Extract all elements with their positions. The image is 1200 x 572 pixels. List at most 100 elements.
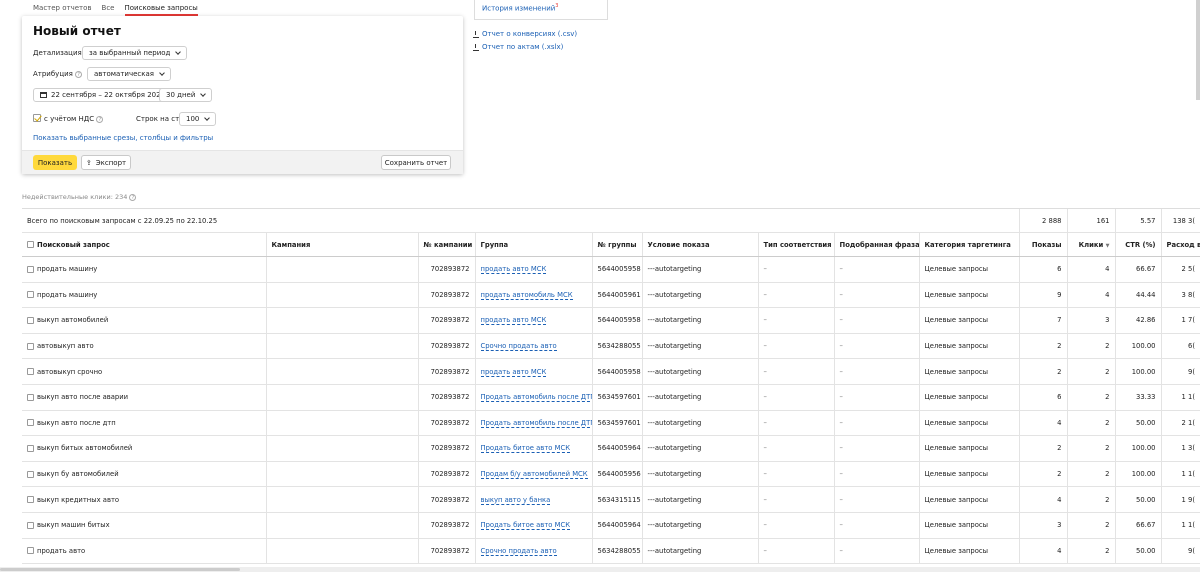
group-link[interactable]: Продам б/у автомобилей МСК bbox=[480, 470, 588, 480]
tab-all[interactable]: Все bbox=[102, 0, 115, 16]
horizontal-scrollbar[interactable] bbox=[0, 567, 1200, 572]
vat-checkbox[interactable] bbox=[33, 114, 41, 122]
cell-group-no-text: 5634597601 bbox=[597, 418, 641, 427]
group-link[interactable]: выкуп авто у банка bbox=[480, 495, 551, 505]
row-checkbox[interactable] bbox=[27, 393, 34, 401]
row-checkbox[interactable] bbox=[27, 368, 34, 376]
cell-group[interactable]: Срочно продать авто bbox=[474, 538, 592, 565]
help-icon[interactable]: ? bbox=[129, 193, 137, 201]
help-icon[interactable]: ? bbox=[96, 115, 104, 123]
table-row[interactable]: продать машину 702893872 продать авто МСК 5… bbox=[22, 256, 1200, 283]
cell-campaign-no-text: 702893872 bbox=[430, 444, 470, 453]
show-filters-link[interactable]: Показать выбранные срезы, столбцы и филь… bbox=[33, 134, 213, 142]
row-checkbox[interactable] bbox=[27, 419, 34, 427]
column-header-query[interactable]: Поисковый запрос bbox=[22, 232, 266, 257]
cell-targeting-text: Целевые запросы bbox=[924, 265, 989, 274]
group-link[interactable]: Срочно продать авто bbox=[480, 342, 557, 352]
column-header-campaign-no[interactable]: № кампании bbox=[417, 232, 475, 257]
acts-download[interactable]: Отчет по актам (.xslx) bbox=[473, 43, 563, 51]
table-row[interactable]: выкуп авто после аварии 702893872 Продать … bbox=[22, 384, 1200, 411]
table-row[interactable]: автовыкуп срочно 702893872 продать авто МС… bbox=[22, 358, 1200, 385]
cell-group[interactable]: Срочно продать авто bbox=[474, 333, 592, 360]
table-row[interactable]: выкуп кредитных авто 702893872 выкуп авто … bbox=[22, 486, 1200, 513]
history-link[interactable]: История изменений bbox=[482, 4, 555, 12]
period-select[interactable]: 30 дней bbox=[159, 88, 213, 102]
column-header-cost[interactable]: Расход всего, bbox=[1160, 232, 1200, 257]
cell-group[interactable]: продать авто МСК bbox=[474, 256, 592, 283]
table-row[interactable]: выкуп бу автомобилей 702893872 Продам б/у … bbox=[22, 461, 1200, 488]
group-link[interactable]: Срочно продать авто bbox=[480, 546, 557, 556]
cell-targeting: Целевые запросы bbox=[918, 282, 1019, 309]
chevron-down-icon bbox=[200, 91, 207, 97]
group-link[interactable]: продать автомобиль МСК bbox=[480, 290, 573, 300]
column-header-shows[interactable]: Показы bbox=[1018, 232, 1067, 257]
cell-match-type-text: – bbox=[763, 546, 767, 555]
row-checkbox[interactable] bbox=[27, 521, 34, 529]
vertical-scrollbar[interactable] bbox=[1196, 0, 1200, 100]
group-link[interactable]: Продать автомобиль после ДТП bbox=[480, 418, 592, 428]
cell-ctr: 50.00 bbox=[1114, 486, 1161, 513]
column-header-phrase[interactable]: Подобранная фраза bbox=[833, 232, 919, 257]
save-report-button[interactable]: Сохранить отчет bbox=[381, 155, 451, 170]
row-checkbox[interactable] bbox=[27, 265, 34, 273]
column-header-condition[interactable]: Условие показа bbox=[641, 232, 758, 257]
conversions-link[interactable]: Отчет о конверсиях (.csv) bbox=[482, 30, 577, 38]
show-button[interactable]: Показать bbox=[33, 155, 77, 170]
cell-shows: 7 bbox=[1018, 307, 1067, 334]
row-checkbox[interactable] bbox=[27, 342, 34, 350]
cell-campaign-no: 702893872 bbox=[417, 256, 475, 283]
cell-group[interactable]: продать автомобиль МСК bbox=[474, 282, 592, 309]
group-link[interactable]: продать авто МСК bbox=[480, 367, 547, 377]
group-link[interactable]: продать авто МСК bbox=[480, 265, 547, 275]
column-header-ctr[interactable]: CTR (%) bbox=[1114, 232, 1161, 257]
column-header-group-no[interactable]: № группы bbox=[591, 232, 642, 257]
cell-group[interactable]: выкуп авто у банка bbox=[474, 486, 592, 513]
table-row[interactable]: выкуп машин битых 702893872 Продать битое … bbox=[22, 512, 1200, 539]
table-row[interactable]: продать авто 702893872 Срочно продать авто… bbox=[22, 538, 1200, 565]
column-header-match-type[interactable]: Тип соответствия bbox=[757, 232, 834, 257]
row-checkbox[interactable] bbox=[27, 444, 34, 452]
table-row[interactable]: выкуп авто после дтп 702893872 Продать авт… bbox=[22, 410, 1200, 437]
column-header-group[interactable]: Группа bbox=[474, 232, 592, 257]
cell-group[interactable]: Продам б/у автомобилей МСК bbox=[474, 461, 592, 488]
cell-group[interactable]: Продать автомобиль после ДТП bbox=[474, 410, 592, 437]
period-value: 30 дней bbox=[166, 91, 196, 99]
group-link[interactable]: Продать битое авто МСК bbox=[480, 444, 571, 454]
date-range-picker[interactable]: 22 сентября – 22 октября 2025 bbox=[33, 88, 173, 102]
cell-group[interactable]: Продать битое авто МСК bbox=[474, 512, 592, 539]
tab-report-master[interactable]: Мастер отчетов bbox=[33, 0, 92, 16]
help-icon[interactable]: ? bbox=[75, 70, 83, 78]
row-checkbox[interactable] bbox=[27, 316, 34, 324]
group-link[interactable]: продать авто МСК bbox=[480, 316, 547, 326]
attribution-select[interactable]: автоматическая bbox=[87, 67, 171, 81]
cell-group[interactable]: Продать автомобиль после ДТП bbox=[474, 384, 592, 411]
export-button[interactable]: ⇪ Экспорт bbox=[81, 155, 131, 170]
cell-group[interactable]: Продать битое авто МСК bbox=[474, 435, 592, 462]
acts-link[interactable]: Отчет по актам (.xslx) bbox=[482, 43, 563, 51]
row-checkbox[interactable] bbox=[27, 470, 34, 478]
row-checkbox[interactable] bbox=[27, 496, 34, 504]
table-row[interactable]: автовыкуп авто 702893872 Срочно продать ав… bbox=[22, 333, 1200, 360]
group-link[interactable]: Продать битое авто МСК bbox=[480, 521, 571, 531]
table-row[interactable]: продать машину 702893872 продать автомобил… bbox=[22, 282, 1200, 309]
cell-cost: 6( bbox=[1160, 333, 1200, 360]
table-row[interactable]: выкуп битых автомобилей 702893872 Продать … bbox=[22, 435, 1200, 462]
column-header-targeting[interactable]: Категория таргетинга bbox=[918, 232, 1019, 257]
select-all-checkbox[interactable] bbox=[27, 241, 34, 248]
cell-match-type-text: – bbox=[763, 495, 767, 504]
cell-targeting: Целевые запросы bbox=[918, 512, 1019, 539]
detail-select[interactable]: за выбранный период bbox=[82, 46, 188, 60]
cell-group[interactable]: продать авто МСК bbox=[474, 307, 592, 334]
column-header-clicks[interactable]: Клики ▼ bbox=[1066, 232, 1115, 257]
conversions-download[interactable]: Отчет о конверсиях (.csv) bbox=[473, 30, 577, 38]
row-checkbox[interactable] bbox=[27, 547, 34, 555]
cell-query-text: выкуп кредитных авто bbox=[37, 495, 120, 504]
tab-search-queries[interactable]: Поисковые запросы bbox=[124, 0, 198, 16]
row-checkbox[interactable] bbox=[27, 291, 34, 299]
rows-per-page-select[interactable]: 100 bbox=[179, 112, 217, 126]
horizontal-scrollbar-thumb[interactable] bbox=[0, 568, 240, 571]
column-header-campaign[interactable]: Кампания bbox=[265, 232, 418, 257]
group-link[interactable]: Продать автомобиль после ДТП bbox=[480, 393, 592, 403]
table-row[interactable]: выкуп автомобилей 702893872 продать авто М… bbox=[22, 307, 1200, 334]
cell-group[interactable]: продать авто МСК bbox=[474, 358, 592, 385]
